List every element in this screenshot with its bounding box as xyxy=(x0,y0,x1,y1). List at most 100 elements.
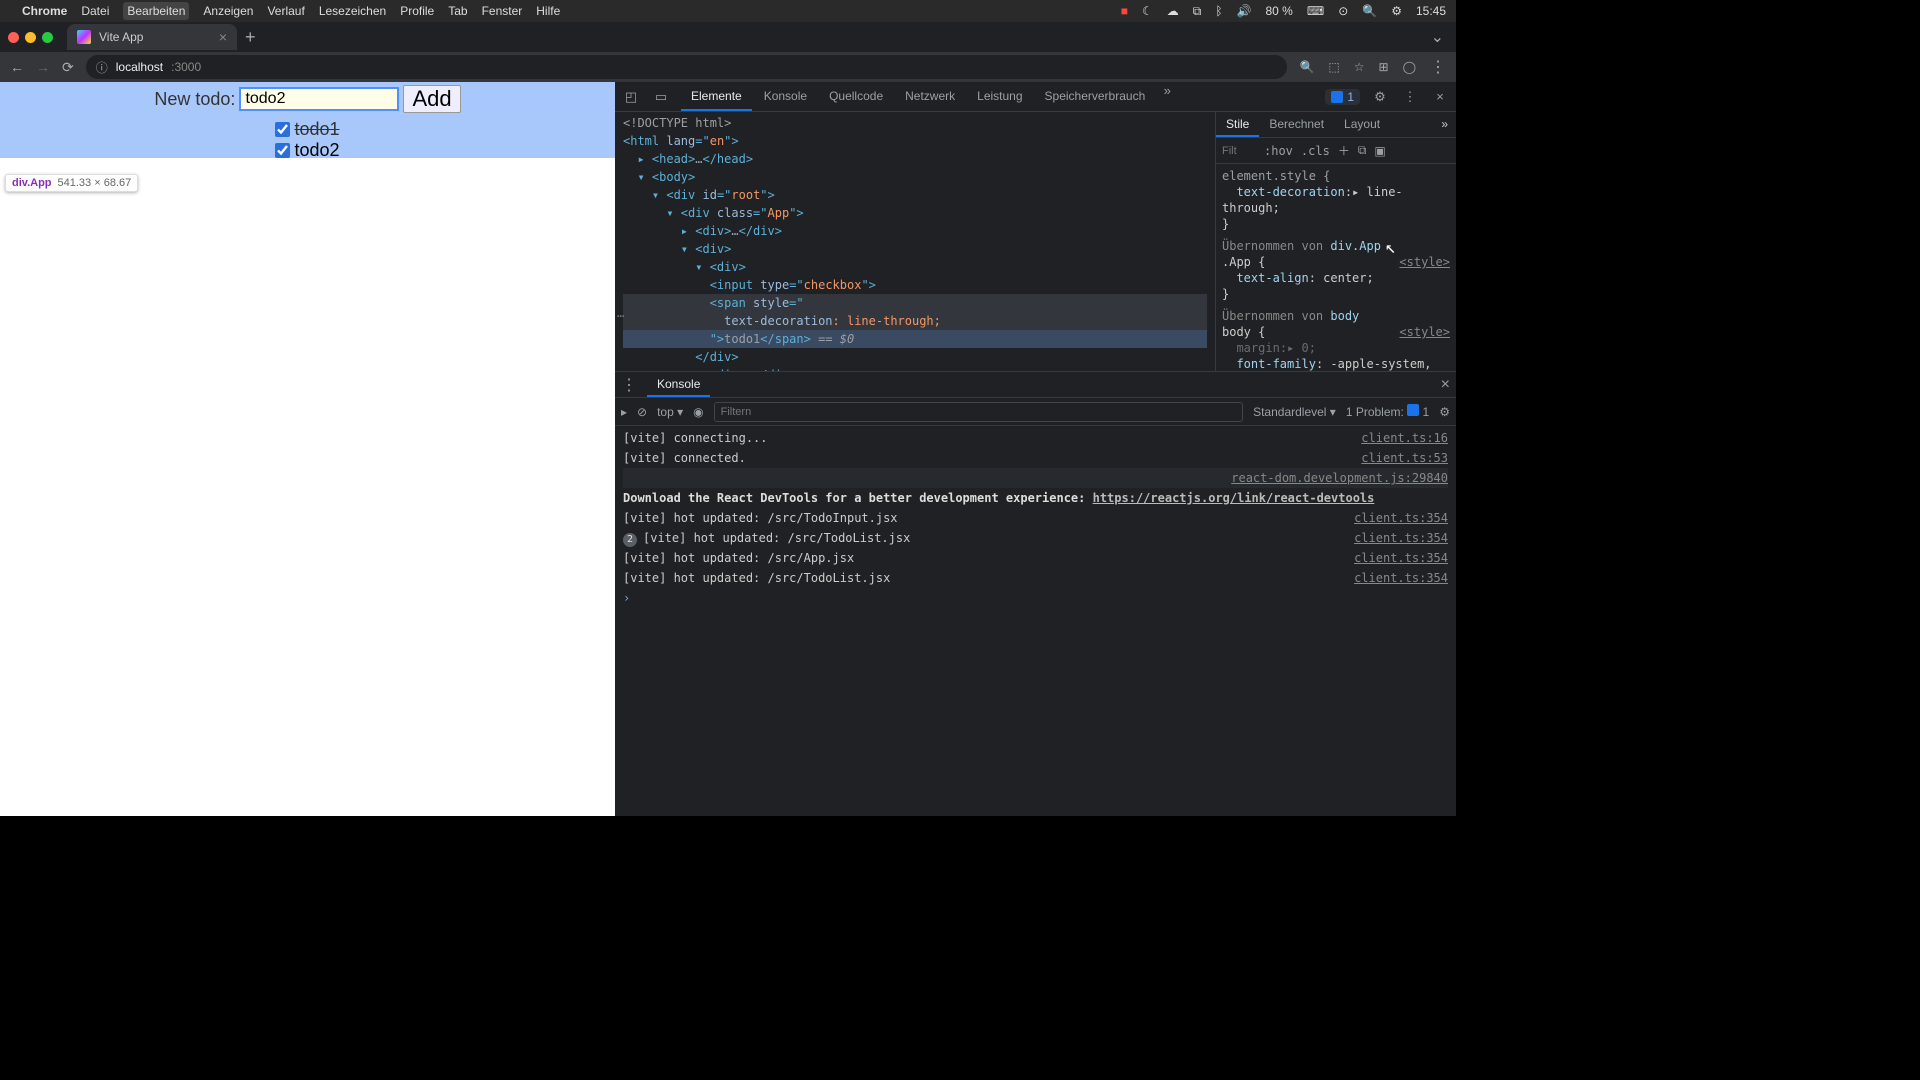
wifi-icon[interactable]: ⊙ xyxy=(1338,4,1348,18)
volume-icon[interactable]: 🔊 xyxy=(1237,4,1252,18)
recording-indicator-icon[interactable]: ■ xyxy=(1121,4,1128,18)
dom-line[interactable]: </div> xyxy=(623,348,1207,366)
address-bar[interactable]: ⓘ localhost :3000 xyxy=(86,55,1288,79)
dom-line[interactable]: text-decoration: line-through; xyxy=(623,312,1207,330)
cls-toggle[interactable]: .cls xyxy=(1301,144,1330,158)
menu-anzeigen[interactable]: Anzeigen xyxy=(203,4,253,18)
new-style-rule-icon[interactable]: ＋ xyxy=(1338,142,1350,159)
new-todo-input[interactable] xyxy=(239,87,399,111)
styles-tab-layout[interactable]: Layout xyxy=(1334,112,1390,137)
todo-checkbox[interactable] xyxy=(275,143,290,158)
styles-tab-berechnet[interactable]: Berechnet xyxy=(1259,112,1334,137)
styles-panel: Stile Berechnet Layout » :hov .cls ＋ ⧉ ▣… xyxy=(1216,112,1456,371)
console-context[interactable]: top ▾ xyxy=(657,405,683,419)
dom-line[interactable]: ▾ <div> xyxy=(623,240,1207,258)
console-filter-input[interactable] xyxy=(714,402,1243,422)
new-tab-button[interactable]: + xyxy=(245,27,256,48)
screen-mirror-icon[interactable]: ⧉ xyxy=(1193,4,1202,19)
menu-profile[interactable]: Profile xyxy=(400,4,434,18)
profile-avatar-icon[interactable]: ◯ xyxy=(1403,60,1416,74)
dom-line[interactable]: ▾ <div> xyxy=(623,258,1207,276)
bluetooth-icon[interactable]: ᛒ xyxy=(1215,4,1222,18)
devtools-settings-icon[interactable]: ⚙ xyxy=(1370,89,1390,105)
dom-line[interactable]: ▾ <div id="root"> xyxy=(623,186,1207,204)
tab-overflow-icon[interactable]: ⌄ xyxy=(1431,27,1444,47)
menubar-app-name[interactable]: Chrome xyxy=(22,4,67,18)
window-close-icon[interactable] xyxy=(8,32,19,43)
dnd-moon-icon[interactable]: ☾ xyxy=(1142,4,1153,18)
style-rules[interactable]: element.style { text-decoration:▸ line-t… xyxy=(1216,164,1456,371)
dom-tree[interactable]: <!DOCTYPE html> <html lang="en"> ▸ <head… xyxy=(615,112,1216,371)
menu-lesezeichen[interactable]: Lesezeichen xyxy=(319,4,386,18)
drawer-close-icon[interactable]: × xyxy=(1441,376,1450,394)
console-settings-icon[interactable]: ⚙ xyxy=(1439,405,1450,419)
hov-toggle[interactable]: :hov xyxy=(1264,144,1293,158)
browser-tab[interactable]: Vite App × xyxy=(67,24,237,50)
devtools-tab-memory[interactable]: Speicherverbrauch xyxy=(1035,83,1156,111)
nav-reload-button[interactable]: ⟳ xyxy=(62,59,74,76)
issues-indicator[interactable]: 1 xyxy=(1325,89,1360,105)
styles-filter-input[interactable] xyxy=(1222,145,1256,157)
console-prompt-icon[interactable]: › xyxy=(623,588,630,608)
menu-hilfe[interactable]: Hilfe xyxy=(536,4,560,18)
devtools-tabs-overflow-icon[interactable]: » xyxy=(1157,83,1177,111)
inspect-element-icon[interactable]: ◰ xyxy=(621,89,641,105)
menu-verlauf[interactable]: Verlauf xyxy=(267,4,304,18)
drawer-menu-icon[interactable]: ⋮ xyxy=(621,375,637,395)
dom-line[interactable]: <span style=" xyxy=(623,294,1207,312)
bookmark-star-icon[interactable]: ☆ xyxy=(1354,60,1365,74)
site-info-icon[interactable]: ⓘ xyxy=(96,59,108,76)
chrome-menu-button[interactable]: ⋮ xyxy=(1430,57,1446,77)
device-toolbar-icon[interactable]: ▭ xyxy=(651,89,671,105)
drawer-tab-konsole[interactable]: Konsole xyxy=(647,373,710,397)
nav-back-button[interactable]: ← xyxy=(10,59,24,75)
menu-tab[interactable]: Tab xyxy=(448,4,467,18)
window-zoom-icon[interactable] xyxy=(42,32,53,43)
styles-tabs-overflow-icon[interactable]: » xyxy=(1433,112,1456,137)
clear-console-icon[interactable]: ⊘ xyxy=(637,405,647,419)
todo-checkbox[interactable] xyxy=(275,122,290,137)
dom-line[interactable]: <html lang="en"> xyxy=(623,132,1207,150)
live-expression-icon[interactable]: ◉ xyxy=(693,405,703,419)
devtools-tab-console[interactable]: Konsole xyxy=(754,83,817,111)
url-port: :3000 xyxy=(171,60,201,74)
menu-fenster[interactable]: Fenster xyxy=(482,4,523,18)
window-minimize-icon[interactable] xyxy=(25,32,36,43)
console-level-select[interactable]: Standardlevel ▾ xyxy=(1253,405,1336,419)
dom-line[interactable]: ▸ <head>…</head> xyxy=(623,150,1207,168)
console-output[interactable]: [vite] connecting...client.ts:16 [vite] … xyxy=(615,426,1456,816)
battery-label[interactable]: 80 % xyxy=(1266,4,1293,18)
dom-line[interactable]: <input type="checkbox"> xyxy=(623,276,1207,294)
devtools-menu-icon[interactable]: ⋮ xyxy=(1400,89,1420,105)
cloud-icon[interactable]: ☁ xyxy=(1167,4,1179,18)
computed-styles-icon[interactable]: ⧉ xyxy=(1358,143,1367,158)
zoom-icon[interactable]: 🔍 xyxy=(1299,60,1314,74)
menu-bearbeiten[interactable]: Bearbeiten xyxy=(123,2,189,20)
dom-line-selected[interactable]: ">todo1</span> == $0 xyxy=(623,330,1207,348)
dom-gutter-ellipsis-icon[interactable]: ⋯ xyxy=(617,307,624,325)
tab-close-icon[interactable]: × xyxy=(219,29,227,45)
console-problems[interactable]: 1 Problem: 1 xyxy=(1346,404,1429,419)
install-app-icon[interactable]: ⬚ xyxy=(1328,60,1339,74)
dom-line[interactable]: <!DOCTYPE html> xyxy=(623,114,1207,132)
spotlight-icon[interactable]: 🔍 xyxy=(1362,4,1377,18)
console-sidebar-icon[interactable]: ▸ xyxy=(621,405,627,419)
devtools-tab-elements[interactable]: Elemente xyxy=(681,83,752,111)
devtools-tab-sources[interactable]: Quellcode xyxy=(819,83,893,111)
dom-line[interactable]: ▾ <div class="App"> xyxy=(623,204,1207,222)
extensions-icon[interactable]: ⊞ xyxy=(1379,60,1389,74)
devtools-tab-network[interactable]: Netzwerk xyxy=(895,83,965,111)
url-host: localhost xyxy=(116,60,163,74)
keyboard-layout-icon[interactable]: ⌨ xyxy=(1307,4,1324,18)
styles-tab-stile[interactable]: Stile xyxy=(1216,112,1259,137)
add-button[interactable]: Add xyxy=(403,85,460,113)
devtools-close-icon[interactable]: × xyxy=(1430,89,1450,104)
dom-line[interactable]: ▸ <div>…</div> xyxy=(623,222,1207,240)
menubar-clock[interactable]: 15:45 xyxy=(1416,4,1446,18)
toggle-sidebar-icon[interactable]: ▣ xyxy=(1374,144,1385,158)
dom-line[interactable]: ▸ <div>…</div> xyxy=(623,366,1207,371)
devtools-tab-performance[interactable]: Leistung xyxy=(967,83,1032,111)
menu-datei[interactable]: Datei xyxy=(81,4,109,18)
control-center-icon[interactable]: ⚙ xyxy=(1391,4,1402,18)
dom-line[interactable]: ▾ <body> xyxy=(623,168,1207,186)
